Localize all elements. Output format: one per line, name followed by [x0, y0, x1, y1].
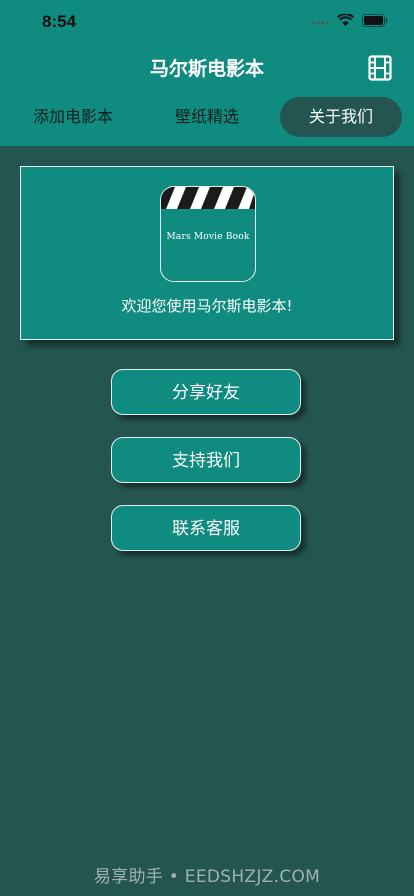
tab-wallpapers[interactable]: 壁纸精选 [146, 97, 268, 137]
status-bar: 8:54 [0, 0, 414, 46]
contact-support-button[interactable]: 联系客服 [111, 505, 301, 551]
wifi-icon [337, 14, 354, 26]
clapperboard-icon [161, 187, 255, 209]
status-time: 8:54 [42, 12, 77, 31]
navigation-bar: 马尔斯电影本 [0, 46, 414, 90]
logo-text: Mars Movie Book [166, 232, 250, 242]
welcome-card: Mars Movie Book 欢迎您使用马尔斯电影本! [20, 166, 394, 340]
support-us-button[interactable]: 支持我们 [111, 437, 301, 483]
page-title: 马尔斯电影本 [149, 58, 264, 80]
battery-icon [362, 14, 388, 27]
tab-bar: 添加电影本 壁纸精选 关于我们 [0, 90, 414, 146]
watermark: 易享助手 • EEDSHZJZ.COM [93, 867, 321, 887]
signal-icon [311, 21, 329, 24]
tab-add-movie[interactable]: 添加电影本 [12, 97, 134, 137]
app-logo: Mars Movie Book [160, 186, 256, 282]
welcome-message: 欢迎您使用马尔斯电影本! [121, 297, 293, 315]
tab-about-us[interactable]: 关于我们 [280, 97, 402, 137]
status-icons [311, 14, 388, 27]
film-icon[interactable] [368, 55, 392, 81]
share-friends-button[interactable]: 分享好友 [111, 369, 301, 415]
